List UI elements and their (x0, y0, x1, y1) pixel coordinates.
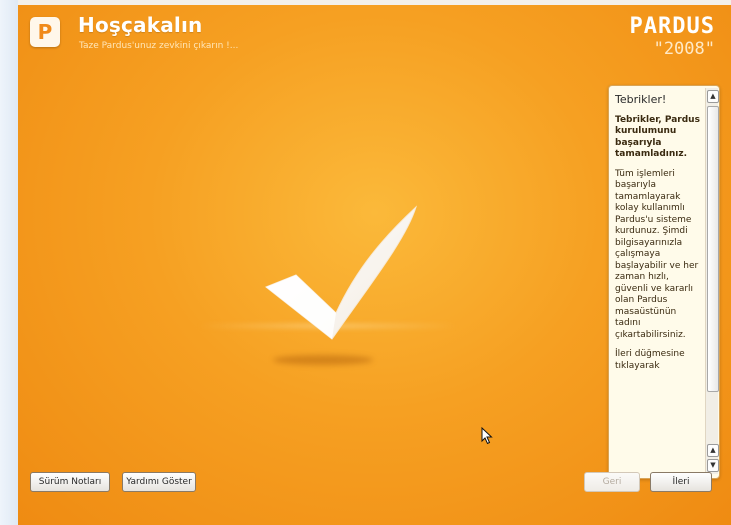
installer-window: P Hoşçakalın Taze Pardus'unuz zevkini çı… (18, 5, 731, 525)
scroll-up-icon[interactable]: ▲ (707, 90, 719, 103)
info-panel-text: Tebrikler! Tebrikler, Pardus kurulumunu … (615, 94, 701, 470)
info-panel-bold-text: Tebrikler, Pardus kurulumunu başarıyla t… (615, 114, 700, 160)
pardus-logo-icon: P (30, 17, 60, 47)
scroll-up-lower-icon[interactable]: ▲ (707, 444, 719, 457)
info-panel-heading: Tebrikler! (615, 94, 667, 106)
scrollbar-thumb[interactable] (707, 106, 719, 392)
brand-year: "2008" (653, 39, 715, 59)
mouse-pointer-icon (481, 427, 493, 445)
info-panel-cut-text: İleri düğmesine tıklayarak (615, 349, 685, 371)
page-subtitle: Taze Pardus'unuz zevkini çıkarın !... (79, 41, 239, 51)
logo-letter: P (37, 20, 53, 44)
next-button[interactable]: İleri (650, 472, 712, 492)
info-panel-body-text: Tüm işlemleri başarıyla tamamlayarak kol… (615, 168, 699, 340)
info-panel-scrollbar[interactable]: ▲ ▲ ▼ (705, 88, 719, 474)
back-button[interactable]: Geri (584, 472, 640, 492)
checkmark-icon (265, 205, 418, 340)
show-help-button[interactable]: Yardımı Göster (122, 472, 196, 492)
brand-logo: PARDUS "2008" (629, 14, 715, 60)
left-desktop-strip (0, 0, 18, 525)
info-panel[interactable]: Tebrikler! Tebrikler, Pardus kurulumunu … (608, 85, 720, 479)
brand-name: PARDUS (629, 14, 715, 39)
page-title: Hoşçakalın (78, 13, 203, 37)
release-notes-button[interactable]: Sürüm Notları (30, 472, 110, 492)
scroll-down-icon[interactable]: ▼ (707, 459, 719, 472)
